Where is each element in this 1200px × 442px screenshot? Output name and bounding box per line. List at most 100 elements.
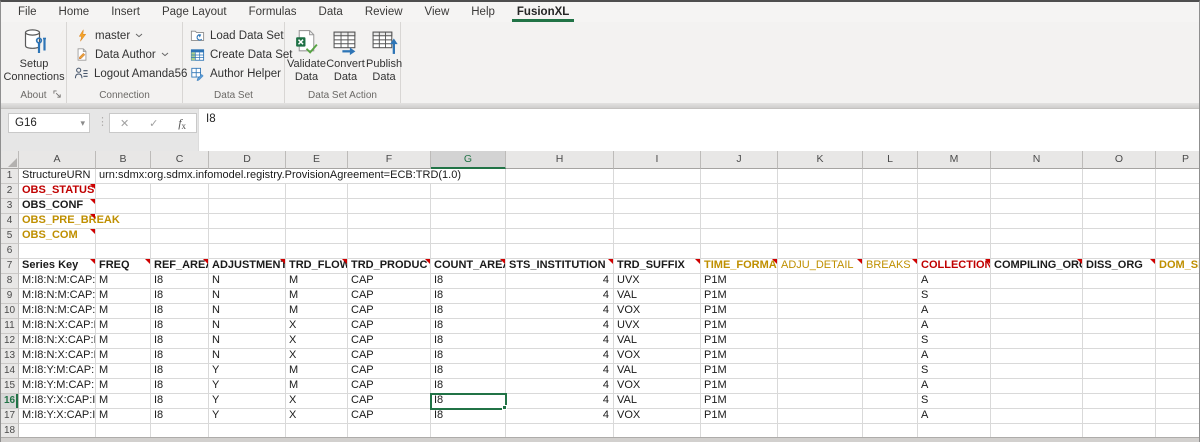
- cell-C16[interactable]: I8: [151, 394, 209, 409]
- ribbon-button-create-data-set[interactable]: Create Data Set: [185, 45, 292, 64]
- row-header-13[interactable]: 13: [1, 349, 19, 364]
- cell-C11[interactable]: I8: [151, 319, 209, 334]
- cell-M14[interactable]: S: [918, 364, 991, 379]
- cell-O3[interactable]: [1083, 199, 1156, 214]
- cell-D4[interactable]: [209, 214, 286, 229]
- cell-C8[interactable]: I8: [151, 274, 209, 289]
- cell-N7[interactable]: COMPILING_ORG: [991, 259, 1083, 274]
- cell-O8[interactable]: [1083, 274, 1156, 289]
- cell-K16[interactable]: [778, 394, 863, 409]
- cell-P17[interactable]: [1156, 409, 1199, 424]
- cell-J3[interactable]: [701, 199, 778, 214]
- cell-L13[interactable]: [863, 349, 918, 364]
- cell-D7[interactable]: ADJUSTMENT: [209, 259, 286, 274]
- cancel-icon[interactable]: ✕: [120, 117, 129, 130]
- col-header-L[interactable]: L: [863, 151, 918, 169]
- cell-J10[interactable]: P1M: [701, 304, 778, 319]
- col-header-I[interactable]: I: [614, 151, 701, 169]
- cell-F16[interactable]: CAP: [348, 394, 431, 409]
- select-all-corner[interactable]: [1, 151, 19, 169]
- row-header-6[interactable]: 6: [1, 244, 19, 259]
- row-header-4[interactable]: 4: [1, 214, 19, 229]
- cell-O6[interactable]: [1083, 244, 1156, 259]
- cell-L3[interactable]: [863, 199, 918, 214]
- cell-F4[interactable]: [348, 214, 431, 229]
- cell-F6[interactable]: [348, 244, 431, 259]
- cell-F13[interactable]: CAP: [348, 349, 431, 364]
- cell-L7[interactable]: BREAKS: [863, 259, 918, 274]
- cell-D14[interactable]: Y: [209, 364, 286, 379]
- cell-A12[interactable]: M:I8:N:X:CAP:I8: [19, 334, 96, 349]
- cell-B18[interactable]: [96, 424, 151, 437]
- cell-F18[interactable]: [348, 424, 431, 437]
- cell-I8[interactable]: UVX: [614, 274, 701, 289]
- cell-C14[interactable]: I8: [151, 364, 209, 379]
- cell-H6[interactable]: [506, 244, 614, 259]
- cell-C13[interactable]: I8: [151, 349, 209, 364]
- cell-G9[interactable]: I8: [431, 289, 506, 304]
- cell-D3[interactable]: [209, 199, 286, 214]
- cell-F14[interactable]: CAP: [348, 364, 431, 379]
- cell-E7[interactable]: TRD_FLOW: [286, 259, 348, 274]
- cell-B16[interactable]: M: [96, 394, 151, 409]
- cell-L16[interactable]: [863, 394, 918, 409]
- tab-fusionxl[interactable]: FusionXL: [506, 2, 580, 22]
- cell-K2[interactable]: [778, 184, 863, 199]
- cell-M10[interactable]: A: [918, 304, 991, 319]
- cell-A8[interactable]: M:I8:N:M:CAP:I8: [19, 274, 96, 289]
- cell-A18[interactable]: [19, 424, 96, 437]
- cell-H17[interactable]: 4: [506, 409, 614, 424]
- cell-O1[interactable]: [1083, 169, 1156, 184]
- cell-M7[interactable]: COLLECTION: [918, 259, 991, 274]
- cell-I2[interactable]: [614, 184, 701, 199]
- cell-B9[interactable]: M: [96, 289, 151, 304]
- cell-F15[interactable]: CAP: [348, 379, 431, 394]
- cell-I3[interactable]: [614, 199, 701, 214]
- cell-O13[interactable]: [1083, 349, 1156, 364]
- cell-M18[interactable]: [918, 424, 991, 437]
- name-box-dropdown-icon[interactable]: ▾: [80, 118, 85, 129]
- cell-A16[interactable]: M:I8:Y:X:CAP:I8: [19, 394, 96, 409]
- col-header-J[interactable]: J: [701, 151, 778, 169]
- ribbon-button-data-author[interactable]: Data Author: [69, 45, 180, 64]
- cell-J17[interactable]: P1M: [701, 409, 778, 424]
- cell-O16[interactable]: [1083, 394, 1156, 409]
- cell-M5[interactable]: [918, 229, 991, 244]
- cell-C3[interactable]: [151, 199, 209, 214]
- cell-N15[interactable]: [991, 379, 1083, 394]
- row-header-18[interactable]: 18: [1, 424, 19, 437]
- cell-H11[interactable]: 4: [506, 319, 614, 334]
- col-header-B[interactable]: B: [96, 151, 151, 169]
- cell-H16[interactable]: 4: [506, 394, 614, 409]
- cell-I13[interactable]: VOX: [614, 349, 701, 364]
- cell-F3[interactable]: [348, 199, 431, 214]
- cell-P3[interactable]: [1156, 199, 1199, 214]
- row-header-12[interactable]: 12: [1, 334, 19, 349]
- cell-K18[interactable]: [778, 424, 863, 437]
- cell-G6[interactable]: [431, 244, 506, 259]
- cell-N13[interactable]: [991, 349, 1083, 364]
- cell-G18[interactable]: [431, 424, 506, 437]
- cell-M6[interactable]: [918, 244, 991, 259]
- cell-G4[interactable]: [431, 214, 506, 229]
- cell-K11[interactable]: [778, 319, 863, 334]
- ribbon-button-publish-data[interactable]: Publish Data: [366, 24, 402, 83]
- col-header-K[interactable]: K: [778, 151, 863, 169]
- cell-B13[interactable]: M: [96, 349, 151, 364]
- cell-L6[interactable]: [863, 244, 918, 259]
- cell-K10[interactable]: [778, 304, 863, 319]
- tab-help[interactable]: Help: [460, 2, 506, 22]
- cell-M3[interactable]: [918, 199, 991, 214]
- cell-G14[interactable]: I8: [431, 364, 506, 379]
- cell-P8[interactable]: [1156, 274, 1199, 289]
- row-header-15[interactable]: 15: [1, 379, 19, 394]
- cell-H1[interactable]: [506, 169, 614, 184]
- cell-J11[interactable]: P1M: [701, 319, 778, 334]
- cell-D2[interactable]: [209, 184, 286, 199]
- cell-E8[interactable]: M: [286, 274, 348, 289]
- cell-G5[interactable]: [431, 229, 506, 244]
- cell-F5[interactable]: [348, 229, 431, 244]
- cell-O15[interactable]: [1083, 379, 1156, 394]
- cell-C18[interactable]: [151, 424, 209, 437]
- cell-H14[interactable]: 4: [506, 364, 614, 379]
